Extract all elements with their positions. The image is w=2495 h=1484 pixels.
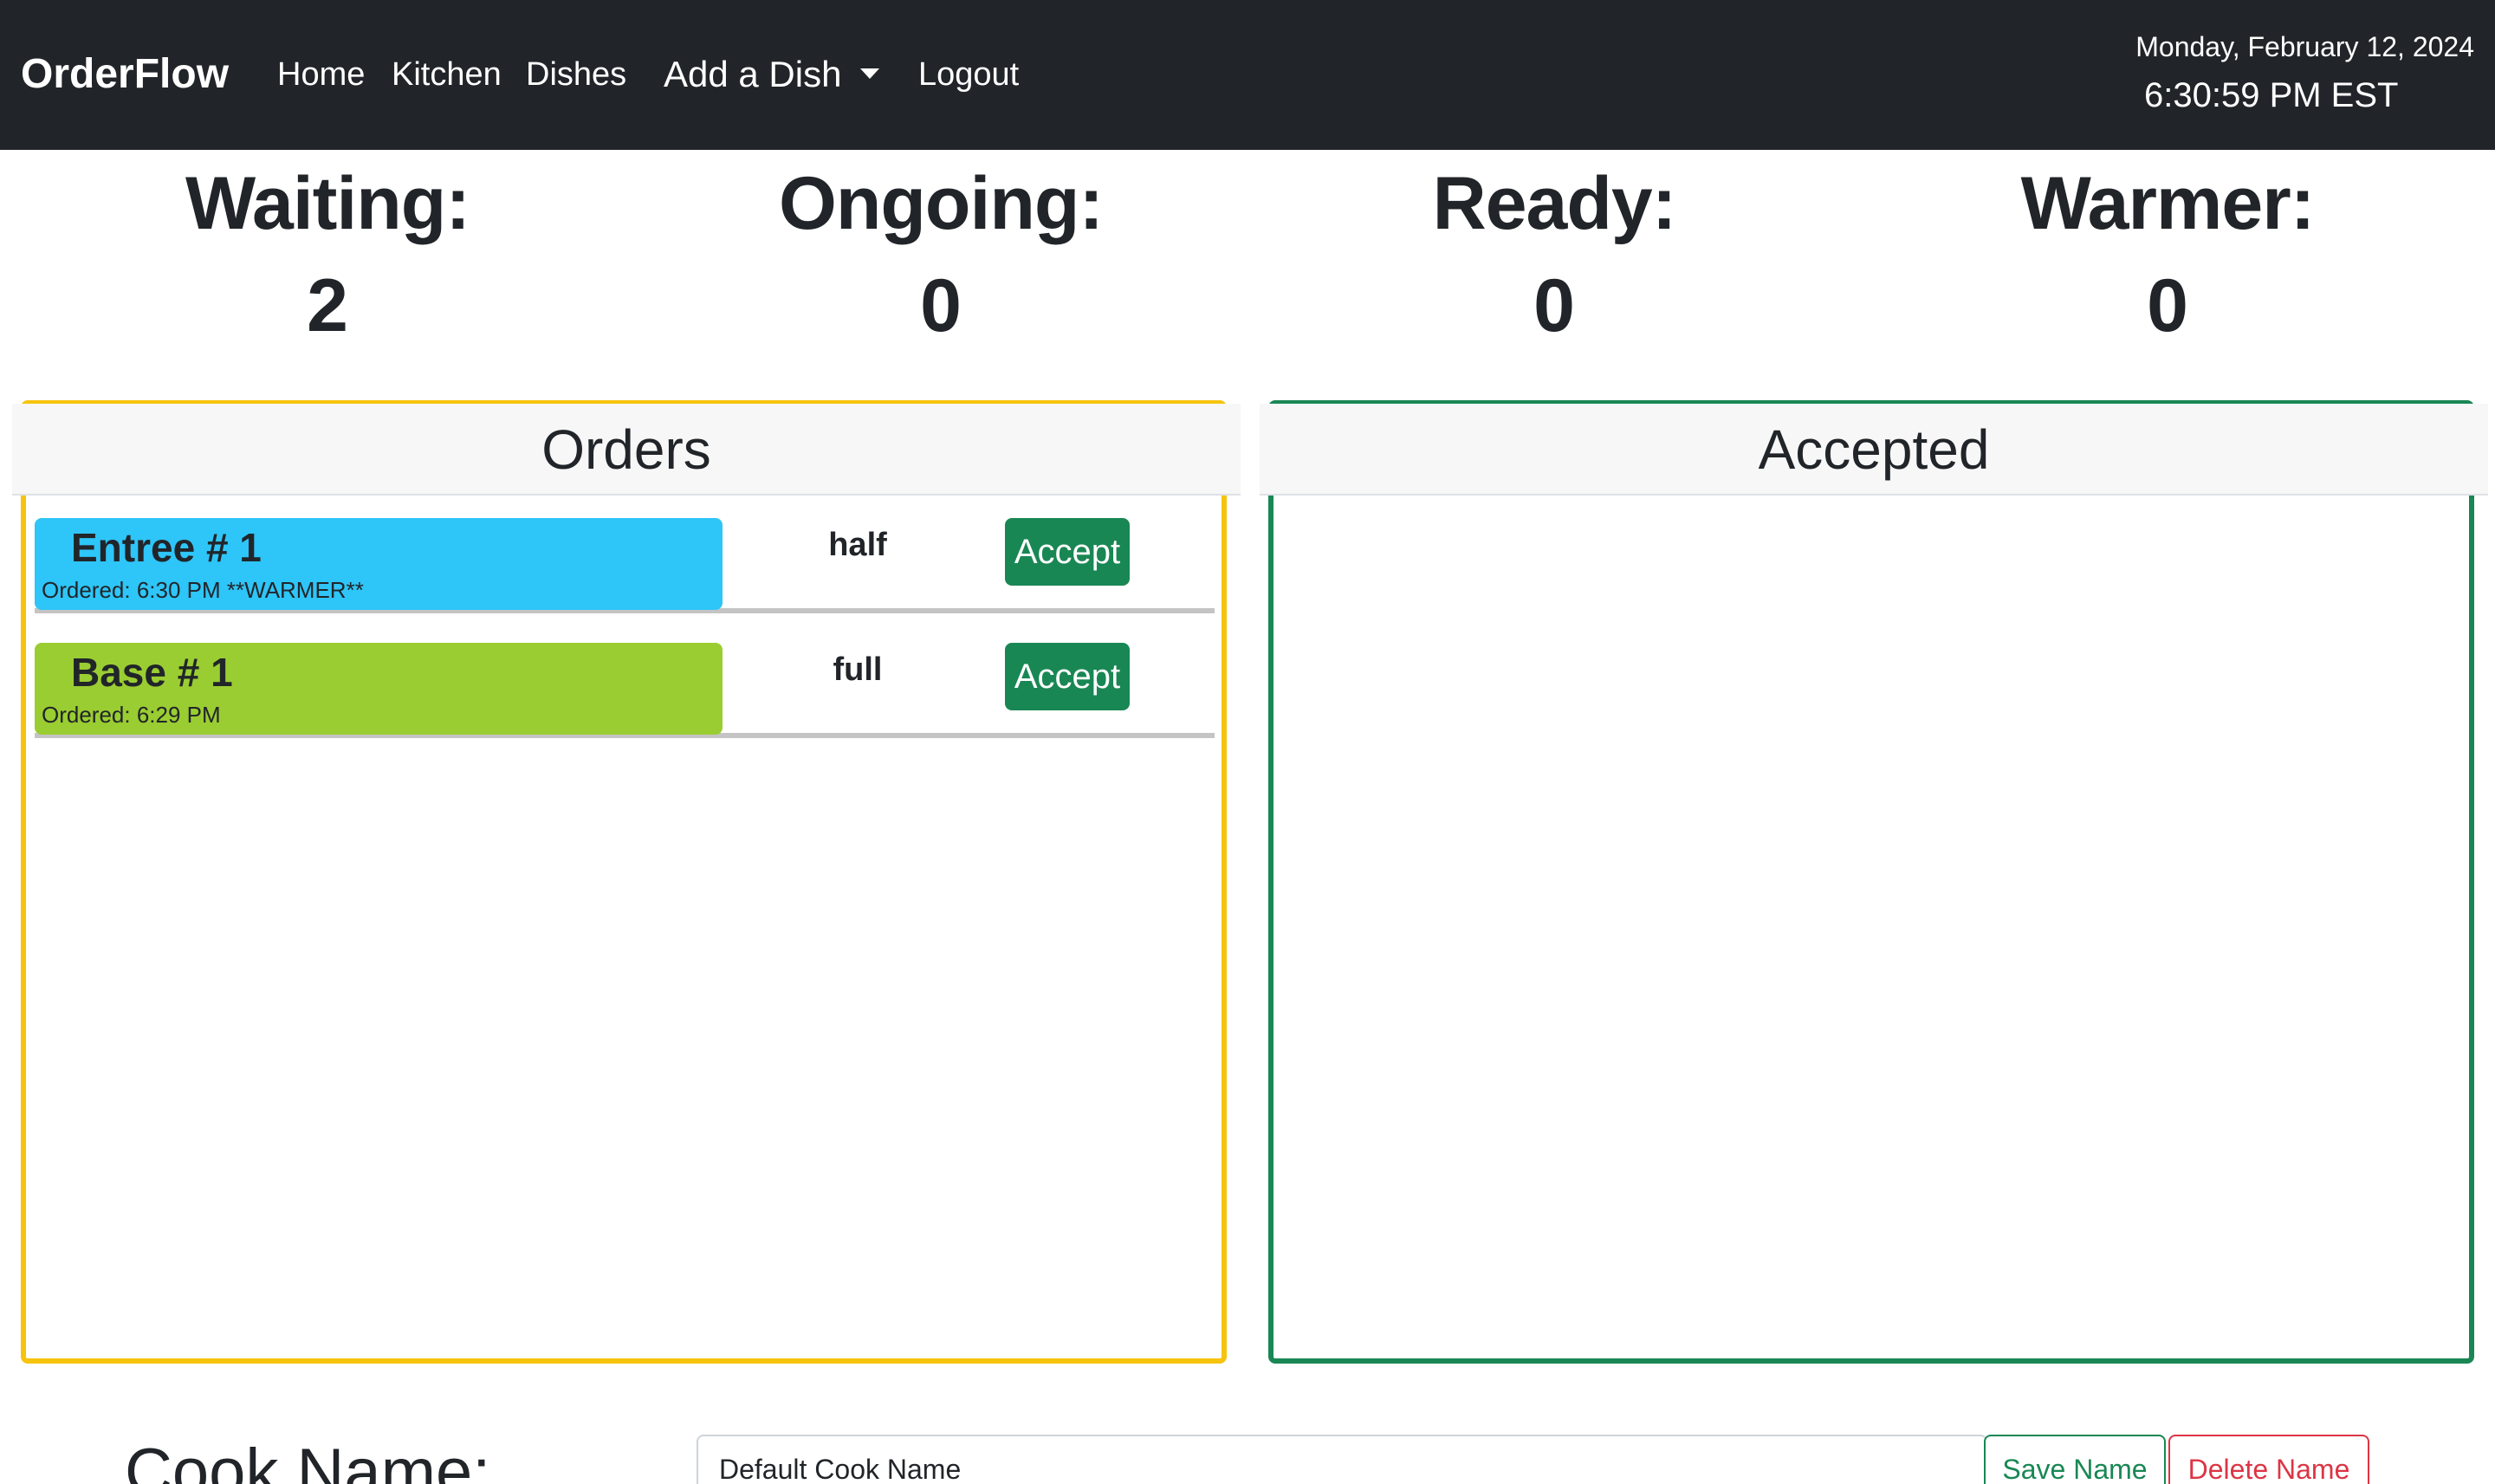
save-name-button[interactable]: Save Name bbox=[1984, 1435, 2166, 1484]
nav-logout[interactable]: Logout bbox=[918, 49, 1019, 100]
stat-label: Ongoing: bbox=[778, 162, 1104, 245]
stat-warmer: Warmer: 0 bbox=[1861, 156, 2474, 353]
stat-label: Warmer: bbox=[2020, 162, 2316, 245]
nav-add-dish-dropdown[interactable]: Add a Dish bbox=[664, 49, 880, 100]
stat-value: 0 bbox=[920, 264, 962, 347]
accepted-panel: Accepted bbox=[1260, 400, 2488, 1364]
stat-value: 0 bbox=[1533, 264, 1575, 347]
order-row: Base # 1 Ordered: 6:29 PM full Accept bbox=[35, 643, 1215, 738]
nav-kitchen[interactable]: Kitchen bbox=[392, 49, 502, 100]
order-name: Base # 1 bbox=[71, 650, 233, 695]
order-time: Ordered: 6:29 PM bbox=[42, 702, 221, 728]
order-time: Ordered: 6:30 PM **WARMER** bbox=[42, 577, 364, 603]
accepted-panel-title: Accepted bbox=[1260, 404, 2488, 496]
stat-waiting: Waiting: 2 bbox=[21, 156, 634, 353]
stat-value: 2 bbox=[307, 264, 348, 347]
current-date: Monday, February 12, 2024 bbox=[2135, 31, 2474, 62]
orders-panel: Orders Entree # 1 Ordered: 6:30 PM **WAR… bbox=[12, 400, 1241, 1364]
stat-value: 0 bbox=[2147, 264, 2188, 347]
cook-name-input[interactable] bbox=[697, 1435, 1987, 1484]
order-card[interactable]: Base # 1 Ordered: 6:29 PM bbox=[35, 643, 723, 735]
current-time: 6:30:59 PM EST bbox=[2144, 76, 2399, 114]
orders-panel-title: Orders bbox=[12, 404, 1241, 496]
order-size: full bbox=[833, 651, 883, 688]
cook-name-label: Cook Name: bbox=[125, 1435, 491, 1484]
delete-name-button[interactable]: Delete Name bbox=[2168, 1435, 2369, 1484]
order-name: Entree # 1 bbox=[71, 525, 262, 570]
accept-button[interactable]: Accept bbox=[1005, 518, 1130, 586]
order-size: half bbox=[828, 527, 887, 563]
nav-add-dish-label: Add a Dish bbox=[664, 54, 842, 94]
order-card[interactable]: Entree # 1 Ordered: 6:30 PM **WARMER** bbox=[35, 518, 723, 610]
stat-label: Waiting: bbox=[185, 162, 470, 245]
stat-ready: Ready: 0 bbox=[1248, 156, 1861, 353]
nav-dishes[interactable]: Dishes bbox=[526, 49, 626, 100]
stat-label: Ready: bbox=[1432, 162, 1677, 245]
accept-button[interactable]: Accept bbox=[1005, 643, 1130, 710]
order-row: Entree # 1 Ordered: 6:30 PM **WARMER** h… bbox=[35, 518, 1215, 613]
navbar: OrderFlow Home Kitchen Dishes Add a Dish… bbox=[0, 0, 2495, 150]
stat-ongoing: Ongoing: 0 bbox=[634, 156, 1248, 353]
chevron-down-icon bbox=[860, 68, 880, 79]
nav-home[interactable]: Home bbox=[277, 49, 365, 100]
brand-logo[interactable]: OrderFlow bbox=[21, 49, 229, 100]
